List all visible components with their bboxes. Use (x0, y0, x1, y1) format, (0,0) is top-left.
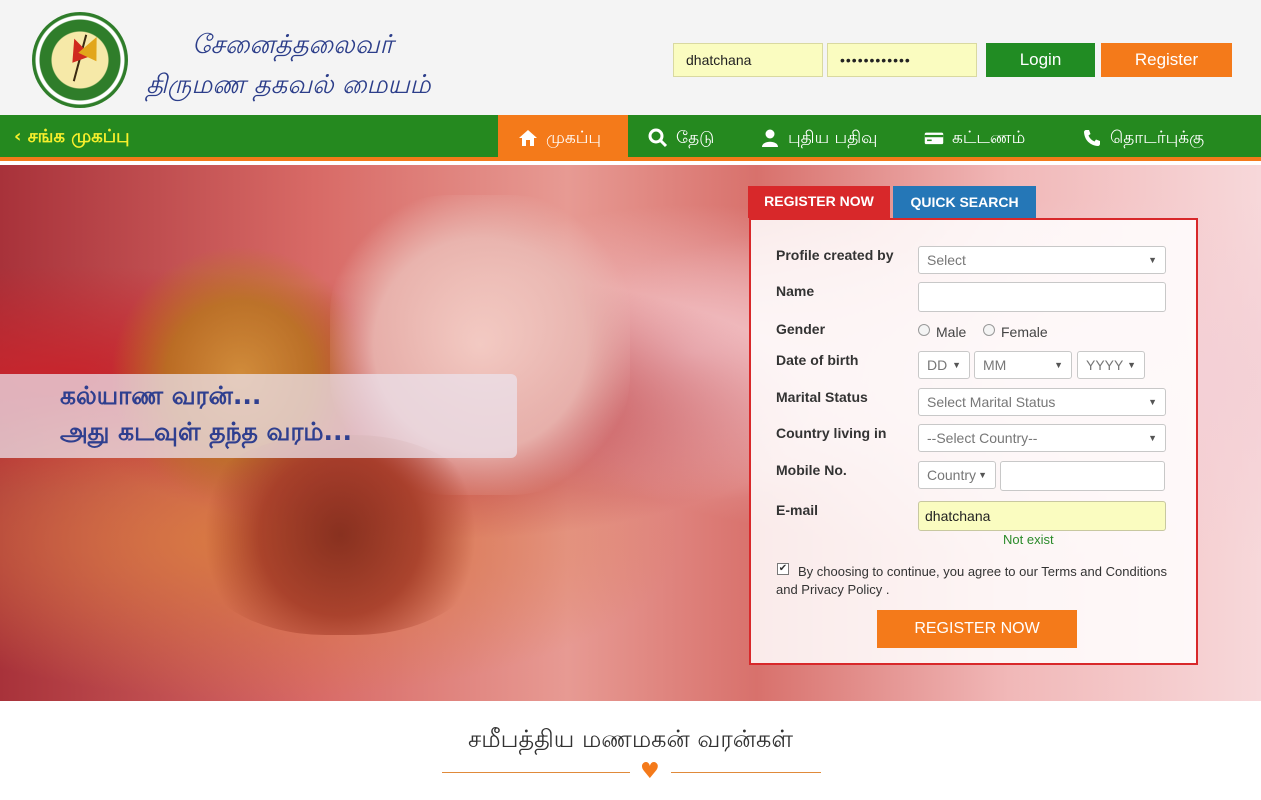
dropdown-caret-icon: ▼ (1148, 397, 1157, 407)
gender-label: Gender (776, 321, 826, 337)
profile-created-by-select[interactable]: Select ▼ (918, 246, 1166, 274)
dob-month-select[interactable]: MM ▼ (974, 351, 1072, 379)
mobile-number-input[interactable] (1000, 461, 1165, 491)
section-divider-right (671, 772, 821, 773)
dropdown-caret-icon: ▼ (1054, 360, 1063, 370)
nav-item-new-registration[interactable]: புதிய பதிவு (740, 115, 900, 161)
country-living-in-label: Country living in (776, 425, 887, 441)
email-status-text: Not exist (1003, 532, 1054, 547)
select-value: YYYY (1086, 357, 1124, 373)
dropdown-caret-icon: ▼ (1127, 360, 1136, 370)
brand-title-line1: சேனைத்தலைவர் (192, 30, 394, 60)
nav-item-contact[interactable]: தொடர்புக்கு (1062, 115, 1232, 161)
select-value: Select Marital Status (927, 394, 1056, 410)
recent-grooms-title: சமீபத்திய மணமகன் வரன்கள் (467, 725, 794, 753)
date-of-birth-label: Date of birth (776, 352, 859, 368)
chevron-left-icon: ‹ (14, 126, 22, 147)
marital-status-select[interactable]: Select Marital Status ▼ (918, 388, 1166, 416)
name-label: Name (776, 283, 815, 299)
main-nav: ‹ சங்க முகப்பு முகப்பு தேடு புதிய பதிவு … (0, 115, 1261, 161)
marital-status-label: Marital Status (776, 389, 868, 405)
name-input[interactable] (918, 282, 1166, 312)
nav-label: புதிய பதிவு (788, 128, 878, 148)
nav-item-payment[interactable]: கட்டணம் (904, 115, 1054, 161)
nav-label: முகப்பு (546, 128, 602, 148)
tab-quick-search[interactable]: QUICK SEARCH (893, 186, 1036, 218)
register-button[interactable]: Register (1101, 43, 1232, 77)
gender-male-radio[interactable] (918, 324, 930, 336)
register-now-submit-button[interactable]: REGISTER NOW (877, 610, 1077, 648)
site-header: சேனைத்தலைவர் திருமண தகவல் மையம் dhatchan… (0, 0, 1261, 115)
dropdown-caret-icon: ▼ (1148, 255, 1157, 265)
select-value: MM (983, 357, 1007, 373)
email-label: E-mail (776, 502, 819, 518)
hero-hands-image (190, 435, 490, 635)
mobile-country-code-select[interactable]: Country ▼ (918, 461, 996, 489)
nav-label: தேடு (676, 128, 715, 148)
credit-card-icon (924, 132, 944, 145)
search-icon (648, 128, 668, 148)
dob-day-select[interactable]: DD ▼ (918, 351, 970, 379)
terms-text: By choosing to continue, you agree to ou… (776, 564, 1168, 597)
tagline-line1: கல்யாண வரன்... (60, 381, 262, 410)
tagline-line2: அது கடவுள் தந்த வரம்... (60, 417, 353, 446)
terms-checkbox[interactable]: ✔ (777, 563, 789, 575)
password-input[interactable]: •••••••••••• (827, 43, 977, 77)
brand-title-line2: திருமண தகவல் மையம் (146, 70, 431, 100)
mobile-no-label: Mobile No. (776, 462, 847, 478)
heart-icon: ♥ (640, 759, 660, 784)
select-value: Select (927, 252, 966, 268)
select-value: DD (927, 357, 948, 373)
gender-male-label: Male (936, 324, 967, 340)
back-to-association-link[interactable]: ‹ சங்க முகப்பு (14, 115, 130, 161)
dropdown-caret-icon: ▼ (952, 360, 961, 370)
gender-female-radio[interactable] (983, 324, 995, 336)
phone-icon (1084, 130, 1100, 146)
user-icon (762, 129, 778, 147)
nav-label: கட்டணம் (952, 128, 1026, 148)
country-select[interactable]: --Select Country-- ▼ (918, 424, 1166, 452)
login-button[interactable]: Login (986, 43, 1095, 77)
gender-female-label: Female (1001, 324, 1048, 340)
dropdown-caret-icon: ▼ (1148, 433, 1157, 443)
nav-item-home[interactable]: முகப்பு (498, 115, 628, 161)
dropdown-caret-icon: ▼ (978, 470, 987, 480)
nav-label: தொடர்புக்கு (1110, 128, 1205, 148)
nav-item-search[interactable]: தேடு (628, 115, 738, 161)
dob-year-select[interactable]: YYYY ▼ (1077, 351, 1145, 379)
home-icon (519, 130, 537, 146)
tab-register-now[interactable]: REGISTER NOW (748, 186, 890, 218)
logo[interactable] (32, 12, 128, 108)
select-value: --Select Country-- (927, 430, 1038, 446)
section-divider-left (442, 772, 630, 773)
select-value: Country (927, 467, 977, 483)
username-input[interactable]: dhatchana (673, 43, 823, 77)
email-input[interactable]: dhatchana (918, 501, 1166, 531)
back-link-label: சங்க முகப்பு (27, 126, 130, 147)
hero-tagline: கல்யாண வரன்... அது கடவுள் தந்த வரம்... (0, 374, 517, 458)
profile-created-by-label: Profile created by (776, 247, 894, 263)
